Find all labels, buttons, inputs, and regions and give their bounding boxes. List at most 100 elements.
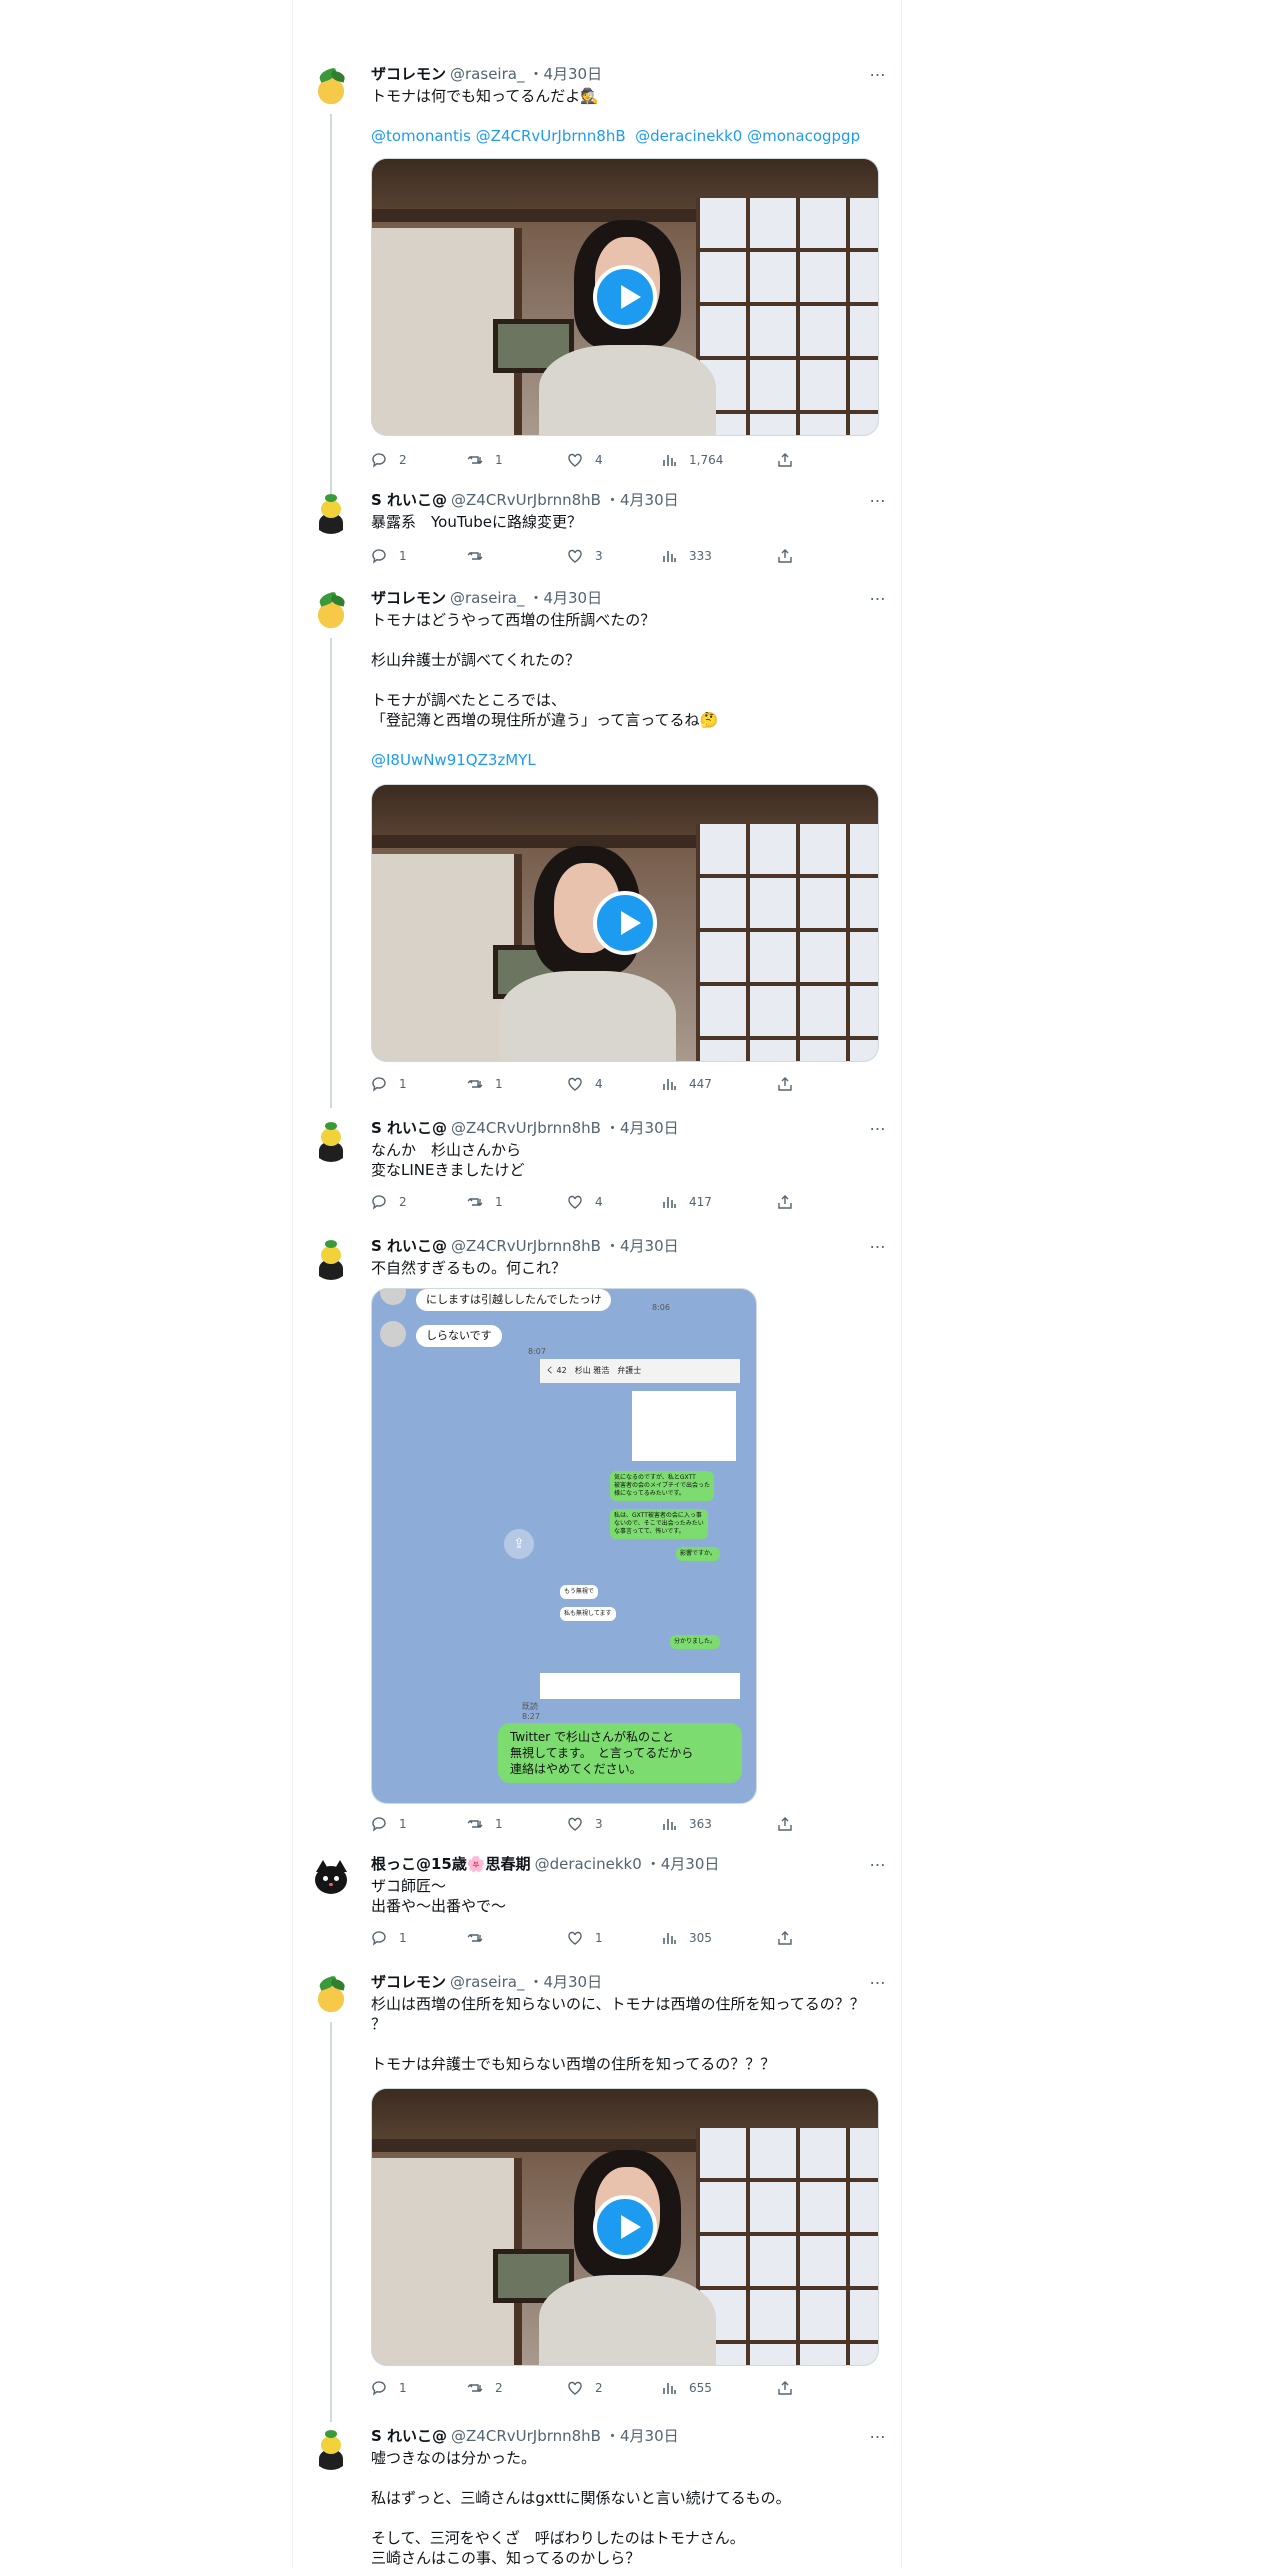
image-placeholder bbox=[632, 1391, 736, 1461]
more-options-icon[interactable]: … bbox=[867, 2426, 887, 2446]
views-icon bbox=[663, 455, 676, 466]
display-name[interactable]: S れいこ@ bbox=[371, 1119, 447, 1137]
retweet-icon bbox=[467, 1820, 483, 1828]
tweet-date[interactable]: ・4月30日 bbox=[605, 1237, 679, 1255]
tweet-actions: 1 1 3 363 bbox=[371, 1814, 811, 1834]
more-options-icon[interactable]: … bbox=[867, 1235, 887, 1256]
tweet-date[interactable]: ・4月30日 bbox=[605, 2427, 679, 2445]
views-icon bbox=[663, 1819, 676, 1830]
display-name[interactable]: ザコレモン bbox=[371, 589, 446, 607]
tweet[interactable]: S れいこ@ @Z4CRvUrJbrnn8hB ・4月30日 … 暴露系 YouTu… bbox=[293, 489, 901, 580]
chat-bubble: 分かりました。 bbox=[670, 1635, 721, 1649]
heart-icon bbox=[568, 1195, 582, 1209]
mention-links[interactable]: @tomonantis @Z4CRvUrJbrnn8hB @deracinekk… bbox=[371, 126, 881, 146]
user-handle[interactable]: @deracinekk0 bbox=[535, 1855, 642, 1873]
video-thumbnail[interactable] bbox=[371, 158, 879, 436]
chat-bubble: 影響ですか。 bbox=[676, 1547, 720, 1561]
avatar[interactable] bbox=[311, 592, 351, 632]
reply-icon bbox=[372, 1077, 386, 1092]
tweet-header: S れいこ@ @Z4CRvUrJbrnn8hB ・4月30日 bbox=[371, 490, 679, 510]
tweet[interactable]: ザコレモン @raseira_ ・4月30日 … 杉山は西増の住所を知らないのに、ト… bbox=[293, 1971, 901, 2422]
display-name[interactable]: S れいこ@ bbox=[371, 491, 447, 509]
tweet[interactable]: ザコレモン @raseira_ ・4月30日 … トモナはどうやって西増の住所調べた… bbox=[293, 587, 901, 1108]
tweet-date[interactable]: ・4月30日 bbox=[646, 1855, 720, 1873]
reply-count: 2 bbox=[399, 453, 407, 467]
share-icon[interactable]: ⇪ bbox=[504, 1529, 534, 1559]
like-count: 3 bbox=[595, 549, 603, 563]
avatar[interactable] bbox=[311, 1976, 351, 2016]
video-thumbnail[interactable] bbox=[371, 784, 879, 1062]
views-icon bbox=[663, 551, 676, 562]
display-name[interactable]: ザコレモン bbox=[371, 1973, 446, 1991]
tweet-text: ザコ師匠〜 出番や～出番やで～ bbox=[371, 1877, 507, 1915]
play-icon[interactable] bbox=[593, 2195, 657, 2259]
heart-icon bbox=[568, 453, 582, 467]
tweet[interactable]: ザコレモン @raseira_ ・4月30日 … トモナは何でも知ってるんだよ🕵️ … bbox=[293, 63, 901, 494]
avatar[interactable] bbox=[311, 2430, 351, 2470]
tweet-header: ザコレモン @raseira_ ・4月30日 bbox=[371, 1972, 602, 1992]
user-handle[interactable]: @Z4CRvUrJbrnn8hB bbox=[451, 491, 601, 509]
tweet-date[interactable]: ・4月30日 bbox=[528, 1973, 602, 1991]
user-handle[interactable]: @Z4CRvUrJbrnn8hB bbox=[451, 2427, 601, 2445]
views-icon bbox=[663, 2383, 676, 2394]
chat-bubble: にしますは引越ししたんでしたっけ bbox=[416, 1289, 612, 1311]
retweet-count: 1 bbox=[495, 453, 503, 467]
play-icon[interactable] bbox=[593, 891, 657, 955]
tweet-date[interactable]: ・4月30日 bbox=[528, 65, 602, 83]
tweet-date[interactable]: ・4月30日 bbox=[605, 1119, 679, 1137]
tweet-text: 嘘つきなのは分かった。 私はずっと、三崎さんはgxttに関係ないと言い続けてるも… bbox=[371, 2449, 791, 2567]
like-count: 4 bbox=[595, 1077, 603, 1091]
user-handle[interactable]: @Z4CRvUrJbrnn8hB bbox=[451, 1119, 601, 1137]
mention-links[interactable]: @I8UwNw91QZ3zMYL bbox=[371, 750, 881, 770]
more-options-icon[interactable]: … bbox=[867, 1971, 887, 1992]
chat-screenshot[interactable]: にしますは引越ししたんでしたっけ 8:06 しらないです 8:07 く 42 杉… bbox=[371, 1288, 757, 1804]
more-options-icon[interactable]: … bbox=[867, 489, 887, 510]
reply-icon bbox=[372, 1195, 386, 1210]
tweet[interactable]: S れいこ@ @Z4CRvUrJbrnn8hB ・4月30日 … 不自然すぎるもの。… bbox=[293, 1235, 901, 1836]
views-icon bbox=[663, 1933, 676, 1944]
avatar[interactable] bbox=[311, 494, 351, 534]
chat-time: 8:06 bbox=[652, 1303, 670, 1312]
user-handle[interactable]: @raseira_ bbox=[450, 65, 524, 83]
display-name[interactable]: ザコレモン bbox=[371, 65, 446, 83]
avatar[interactable] bbox=[311, 68, 351, 108]
display-name[interactable]: S れいこ@ bbox=[371, 2427, 447, 2445]
retweet-count: 1 bbox=[495, 1195, 503, 1209]
more-options-icon[interactable]: … bbox=[867, 1117, 887, 1138]
view-count: 655 bbox=[689, 2381, 712, 2395]
user-handle[interactable]: @raseira_ bbox=[450, 589, 524, 607]
reply-count: 1 bbox=[399, 1077, 407, 1091]
retweet-count: 1 bbox=[495, 1817, 503, 1831]
video-thumbnail[interactable] bbox=[371, 2088, 879, 2366]
display-name[interactable]: 根っこ@15歳🌸思春期 bbox=[371, 1855, 531, 1873]
retweet-icon bbox=[467, 2384, 483, 2392]
user-handle[interactable]: @Z4CRvUrJbrnn8hB bbox=[451, 1237, 601, 1255]
play-icon[interactable] bbox=[593, 265, 657, 329]
tweet-date[interactable]: ・4月30日 bbox=[528, 589, 602, 607]
user-handle[interactable]: @raseira_ bbox=[450, 1973, 524, 1991]
more-options-icon[interactable]: … bbox=[867, 1853, 887, 1874]
avatar[interactable] bbox=[311, 1240, 351, 1280]
display-name[interactable]: S れいこ@ bbox=[371, 1237, 447, 1255]
tweet[interactable]: S れいこ@ @Z4CRvUrJbrnn8hB ・4月30日 … なんか 杉山さんか… bbox=[293, 1117, 901, 1228]
tweet-actions: 2 1 4 1,764 bbox=[371, 450, 811, 470]
share-icon bbox=[778, 453, 792, 467]
more-options-icon[interactable]: … bbox=[867, 587, 887, 608]
tweet-actions: 1 1 4 447 bbox=[371, 1074, 811, 1094]
tweet-text: トモナはどうやって西増の住所調べたの？ 杉山弁護士が調べてくれたの？ トモナが調… bbox=[371, 611, 719, 729]
tweet-date[interactable]: ・4月30日 bbox=[605, 491, 679, 509]
chat-bubble: しらないです bbox=[416, 1325, 502, 1347]
heart-icon bbox=[568, 1077, 582, 1091]
thread-line bbox=[330, 114, 332, 494]
tweet[interactable]: S れいこ@ @Z4CRvUrJbrnn8hB ・4月30日 … 嘘つきなのは分かっ… bbox=[293, 2426, 901, 2568]
avatar[interactable] bbox=[311, 1858, 351, 1898]
tweet[interactable]: 根っこ@15歳🌸思春期 @deracinekk0 ・4月30日 … ザコ師匠〜 出番… bbox=[293, 1853, 901, 1962]
view-count: 305 bbox=[689, 1931, 712, 1945]
avatar[interactable] bbox=[311, 1122, 351, 1162]
like-count: 2 bbox=[595, 2381, 603, 2395]
retweet-icon bbox=[467, 1198, 483, 1206]
heart-icon bbox=[568, 2381, 582, 2395]
like-count: 3 bbox=[595, 1817, 603, 1831]
view-count: 333 bbox=[689, 549, 712, 563]
more-options-icon[interactable]: … bbox=[867, 63, 887, 84]
